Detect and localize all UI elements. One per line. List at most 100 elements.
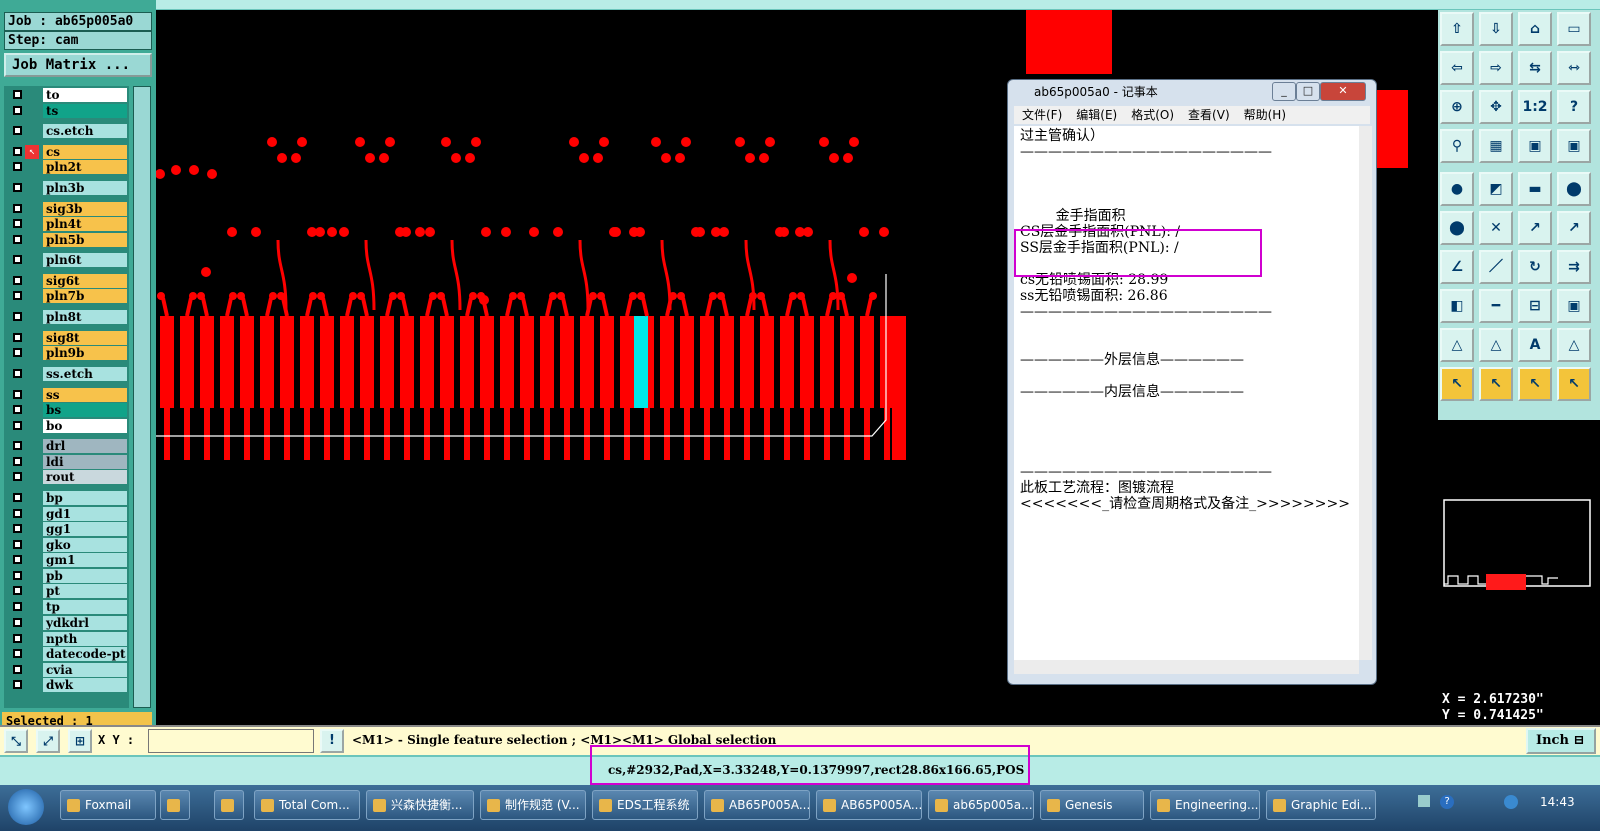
window-icon[interactable]: ▭ <box>1557 12 1591 46</box>
layer-row[interactable]: rout <box>7 470 127 484</box>
home-icon[interactable]: ⌂ <box>1518 12 1552 46</box>
notepad-hscroll[interactable] <box>1014 660 1359 674</box>
layer-list-scrollbar[interactable] <box>133 86 151 708</box>
angle-icon[interactable]: ∠ <box>1440 250 1474 284</box>
taskbar-button[interactable]: Foxmail <box>60 790 156 820</box>
taskbar-button[interactable]: EDS工程系统 <box>592 790 698 820</box>
grid-icon[interactable]: ⊞ <box>68 729 92 753</box>
taskbar-button[interactable]: Graphic Edi... <box>1266 790 1376 820</box>
layer-checkbox[interactable] <box>13 441 22 450</box>
stack-icon[interactable]: ▣ <box>1557 289 1591 323</box>
align-icon[interactable]: ⊟ <box>1518 289 1552 323</box>
layer-row[interactable]: ydkdrl <box>7 616 127 630</box>
layer-row[interactable]: datecode-pt <box>7 647 127 661</box>
layer-row[interactable]: gd1 <box>7 507 127 521</box>
rotate-icon[interactable]: ↻ <box>1518 250 1552 284</box>
minimize-button[interactable]: _ <box>1272 82 1296 101</box>
taskbar-button[interactable]: 制作规范 (V... <box>480 790 586 820</box>
pan-icon[interactable]: ✥ <box>1479 90 1513 124</box>
connect-icon[interactable]: ⬤ <box>1440 211 1474 245</box>
select-icon[interactable]: ↖ <box>1479 367 1513 401</box>
layer-row[interactable]: ldi <box>7 455 127 469</box>
pad-icon[interactable]: ● <box>1440 172 1474 206</box>
layer-row[interactable]: to <box>7 88 127 102</box>
taskbar-button[interactable]: ab65p005a... <box>928 790 1034 820</box>
layer-checkbox[interactable] <box>13 90 22 99</box>
layer-row[interactable]: pln9b <box>7 346 127 360</box>
arrow-icon[interactable]: ↗ <box>1518 211 1552 245</box>
layer-name[interactable]: pln8t <box>43 310 127 324</box>
arrow-icon[interactable]: ↗ <box>1557 211 1591 245</box>
layer-name[interactable]: ldi <box>43 455 127 469</box>
layer-checkbox[interactable] <box>13 634 22 643</box>
layer-checkbox[interactable] <box>13 540 22 549</box>
layer-name[interactable]: gm1 <box>43 553 127 567</box>
layer-checkbox[interactable] <box>13 586 22 595</box>
layer-row[interactable]: bp <box>7 491 127 505</box>
layer-row[interactable]: ss <box>7 388 127 402</box>
layer-row[interactable]: gg1 <box>7 522 127 536</box>
layer-row[interactable]: pln6t <box>7 253 127 267</box>
layer-checkbox[interactable] <box>13 291 22 300</box>
minimap[interactable] <box>1438 420 1600 690</box>
layer-checkbox[interactable] <box>13 493 22 502</box>
menu-item[interactable]: 格式(O) <box>1131 108 1174 122</box>
layer-checkbox[interactable] <box>13 219 22 228</box>
layer-name[interactable]: sig6t <box>43 274 127 288</box>
layer-row[interactable]: drl <box>7 439 127 453</box>
layer-checkbox[interactable] <box>13 390 22 399</box>
layer-checkbox[interactable] <box>13 276 22 285</box>
layer-name[interactable]: bo <box>43 419 127 433</box>
layer-name[interactable]: bp <box>43 491 127 505</box>
layer-name[interactable]: sig3b <box>43 202 127 216</box>
layer-checkbox[interactable] <box>13 235 22 244</box>
copy-icon[interactable]: ◩ <box>1479 172 1513 206</box>
layer-name[interactable]: pln9b <box>43 346 127 360</box>
layer-checkbox[interactable] <box>13 348 22 357</box>
layer-name[interactable]: gd1 <box>43 507 127 521</box>
layer-row[interactable]: ↖ cs <box>7 145 127 159</box>
layer-name[interactable]: pln5b <box>43 233 127 247</box>
layer-checkbox[interactable] <box>13 126 22 135</box>
layer-row[interactable]: pln5b <box>7 233 127 247</box>
layer-name[interactable]: cs.etch <box>43 124 127 138</box>
taskbar-button[interactable]: Engineering... <box>1150 790 1260 820</box>
box-icon[interactable]: ◧ <box>1440 289 1474 323</box>
layer-name[interactable]: ts <box>43 104 127 118</box>
layer-row[interactable]: pln8t <box>7 310 127 324</box>
layer-row[interactable]: pb <box>7 569 127 583</box>
layer-row[interactable]: cs.etch <box>7 124 127 138</box>
layer-row[interactable]: sig3b <box>7 202 127 216</box>
layer-name[interactable]: pln2t <box>43 160 127 174</box>
layer-name[interactable]: tp <box>43 600 127 614</box>
layer-name[interactable]: npth <box>43 632 127 646</box>
triangle-icon[interactable]: △ <box>1557 328 1591 362</box>
layer-checkbox[interactable] <box>13 509 22 518</box>
grid-icon[interactable]: ▦ <box>1479 129 1513 163</box>
layer-checkbox[interactable] <box>13 524 22 533</box>
taskbar-button[interactable]: Genesis <box>1040 790 1144 820</box>
triangle-icon[interactable]: △ <box>1440 328 1474 362</box>
layer-row[interactable]: gko <box>7 538 127 552</box>
layer-name[interactable]: drl <box>43 439 127 453</box>
layer-icon[interactable]: ▣ <box>1518 129 1552 163</box>
taskbar-button[interactable]: Total Com... <box>254 790 360 820</box>
layer-name[interactable]: cvia <box>43 663 127 677</box>
taskbar-button[interactable] <box>160 790 190 820</box>
taskbar-button[interactable]: AB65P005A... <box>816 790 922 820</box>
menu-item[interactable]: 查看(V) <box>1188 108 1230 122</box>
maximize-button[interactable]: □ <box>1296 82 1320 101</box>
job-matrix-button[interactable]: Job Matrix ... <box>4 53 152 77</box>
layer-row[interactable]: pln2t <box>7 160 127 174</box>
layer-name[interactable]: bs <box>43 403 127 417</box>
zoom-area-icon[interactable]: ⤢ <box>36 729 60 753</box>
menu-item[interactable]: 文件(F) <box>1022 108 1062 122</box>
layer-name[interactable]: to <box>43 88 127 102</box>
layer-name[interactable]: gko <box>43 538 127 552</box>
bar-icon[interactable]: ━ <box>1479 289 1513 323</box>
layer-checkbox[interactable] <box>13 255 22 264</box>
layer-checkbox[interactable] <box>13 571 22 580</box>
layer-row[interactable]: bo <box>7 419 127 433</box>
layer-checkbox[interactable] <box>13 665 22 674</box>
triangle-icon[interactable]: △ <box>1479 328 1513 362</box>
